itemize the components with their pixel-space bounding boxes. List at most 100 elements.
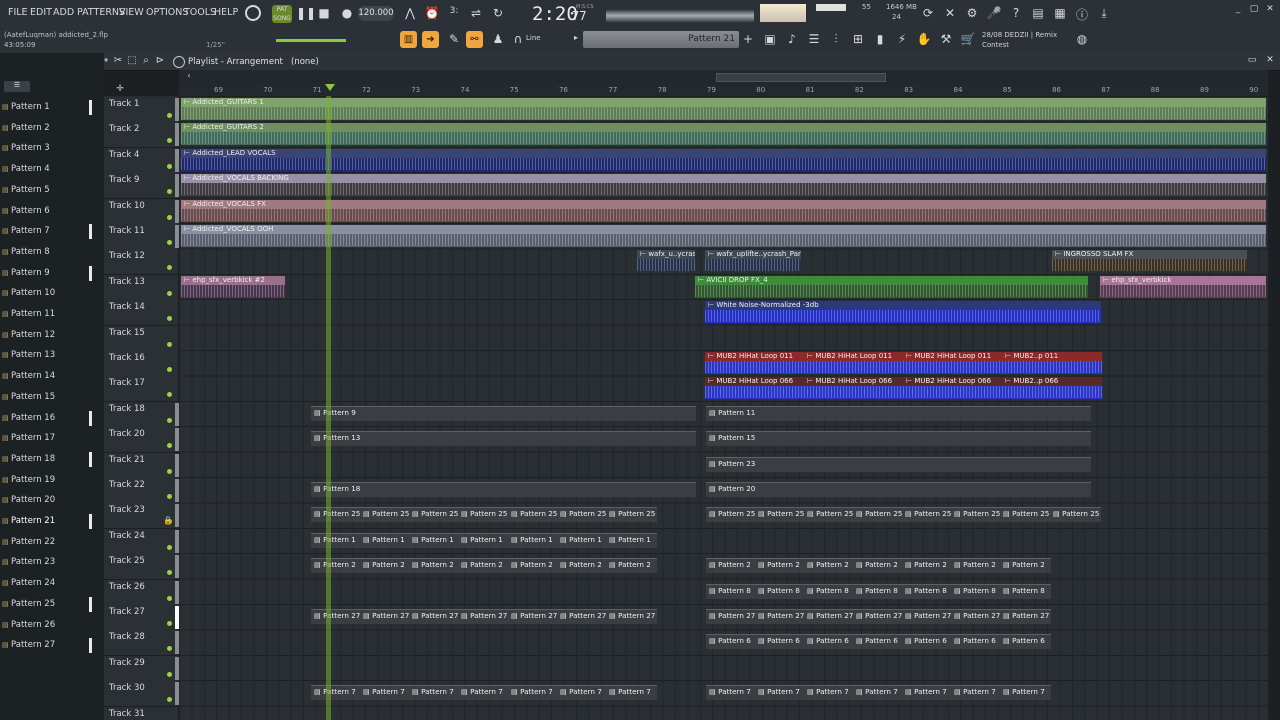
pattern-clip[interactable]: ▤ Pattern 25	[360, 507, 411, 523]
cart-icon[interactable]: 🛒	[960, 32, 976, 46]
plugin-picker-icon[interactable]: ⚡	[894, 32, 910, 46]
metronome-icon[interactable]: ⋀	[402, 6, 418, 20]
menu-patterns[interactable]: PATTERNS	[77, 7, 125, 18]
audio-clip[interactable]: ⊢ Addicted_GUITARS 2	[181, 123, 1266, 146]
pattern-clip[interactable]: ▤ Pattern 27	[902, 609, 953, 624]
master-volume[interactable]	[760, 4, 806, 22]
pattern-clip[interactable]: ▤ Pattern 8	[951, 583, 1002, 599]
audio-clip[interactable]: ⊢ ehp_sfx_verbkick	[1100, 275, 1266, 298]
pattern-clip[interactable]: ▤ Pattern 8	[902, 583, 953, 599]
track-header[interactable]: Track 25	[104, 554, 178, 581]
track-mute-led[interactable]	[167, 570, 172, 576]
pattern-clip[interactable]: ▤ Pattern 2	[951, 558, 1002, 574]
arrow-right-icon[interactable]: ▸	[568, 33, 584, 42]
playlist-close-icon[interactable]: ✕	[1262, 55, 1278, 65]
pattern-clip[interactable]: ▤ Pattern 27	[311, 609, 362, 624]
track-header[interactable]: Track 17	[104, 376, 178, 403]
pattern-clip[interactable]: ▤ Pattern 8	[755, 583, 806, 599]
channel-rack-icon[interactable]: ▮	[872, 32, 888, 46]
audio-clip[interactable]: ⊢ MUB2 HiHat Loop 011	[804, 352, 904, 374]
pattern-clip[interactable]: ▤ Pattern 25	[804, 507, 855, 523]
audio-clip[interactable]: ⊢ Addicted_VOCALS FX	[181, 199, 1266, 222]
pattern-clip[interactable]: ▤ Pattern 27	[706, 609, 757, 624]
track-header[interactable]: Track 14	[104, 300, 178, 327]
track-header[interactable]: Track 10	[104, 198, 178, 225]
track-header[interactable]: Track 20	[104, 427, 178, 454]
pattern-clip[interactable]: ▤ Pattern 2	[360, 558, 411, 574]
audio-clip[interactable]: ⊢ AVICII DROP FX_4	[695, 275, 1088, 298]
mixer-icon[interactable]: ▦	[1052, 6, 1068, 20]
audio-clip[interactable]: ⊢ MUB2 HiHat Loop 011	[705, 352, 805, 374]
pattern-clip[interactable]: ▤ Pattern 2	[508, 558, 559, 574]
track-mute-led[interactable]	[167, 341, 172, 347]
menu-add[interactable]: ADD	[53, 7, 74, 18]
track-header[interactable]: Track 26	[104, 579, 178, 606]
pattern-list-item[interactable]: ▤ Pattern 22	[0, 533, 104, 553]
scrollbar-thumb[interactable]	[716, 73, 886, 82]
track-mute-led[interactable]	[167, 468, 172, 474]
playlist-button[interactable]: ▥	[400, 31, 417, 48]
playhead-marker[interactable]	[325, 84, 335, 91]
pattern-list-item[interactable]: ▤ Pattern 16	[0, 409, 104, 429]
pause-icon[interactable]: ❚❚	[296, 6, 316, 20]
track-mute-led[interactable]	[167, 544, 172, 550]
pattern-list-item[interactable]: ▤ Pattern 11	[0, 305, 104, 325]
pattern-clip[interactable]: ▤ Pattern 7	[902, 685, 953, 701]
pattern-list-item[interactable]: ▤ Pattern 25	[0, 595, 104, 615]
pattern-clip[interactable]: ▤ Pattern 1	[606, 532, 657, 548]
pattern-clip[interactable]: ▤ Pattern 7	[606, 685, 657, 701]
countdown-icon[interactable]: 3:	[446, 6, 462, 16]
browser-tab[interactable]: ☰	[4, 81, 30, 92]
link-button[interactable]: ⚯	[466, 31, 483, 48]
track-header[interactable]: Track 22	[104, 478, 178, 504]
pattern-clip[interactable]: ▤ Pattern 7	[853, 685, 904, 701]
menu-view[interactable]: VIEW	[119, 7, 144, 18]
pattern-clip[interactable]: ▤ Pattern 25	[508, 507, 559, 523]
pattern-list-item[interactable]: ▤ Pattern 14	[0, 367, 104, 387]
pattern-clip[interactable]: ▤ Pattern 8	[853, 583, 904, 599]
pattern-list-item[interactable]: ▤ Pattern 1	[0, 98, 104, 118]
track-mute-led[interactable]	[167, 290, 172, 296]
track-header[interactable]: Track 18	[104, 401, 178, 428]
wait-icon[interactable]: ⏰	[424, 6, 440, 20]
track-mute-led[interactable]	[167, 595, 172, 601]
pattern-clip[interactable]: ▤ Pattern 27	[951, 609, 1002, 624]
download-icon[interactable]: ⤓	[1096, 6, 1112, 21]
track-mute-led[interactable]	[167, 697, 172, 703]
close-icon[interactable]: ✕	[1262, 4, 1278, 14]
track-header[interactable]: Track 28	[104, 630, 178, 657]
audio-clip[interactable]: ⊢ MUB2 HiHat Loop 066	[705, 377, 805, 400]
pattern-clip[interactable]: ▤ Pattern 6	[902, 634, 953, 650]
pattern-clip[interactable]: ▤ Pattern 2	[853, 558, 904, 574]
pattern-clip[interactable]: ▤ Pattern 7	[458, 685, 509, 701]
pattern-clip[interactable]: ▤ Pattern 25	[409, 507, 460, 523]
pattern-clip[interactable]: ▤ Pattern 2	[706, 558, 757, 574]
audio-clip[interactable]: ⊢ MUB2 HiHat Loop 066	[903, 377, 1003, 400]
next-button[interactable]: ➜	[422, 31, 439, 48]
pattern-list-item[interactable]: ▤ Pattern 5	[0, 181, 104, 201]
pattern-list-item[interactable]: ▤ Pattern 10	[0, 284, 104, 304]
pattern-clip[interactable]: ▤ Pattern 27	[755, 609, 806, 624]
pattern-clip[interactable]: ▤ Pattern 25	[902, 507, 953, 523]
maximize-icon[interactable]: ▢	[1246, 4, 1262, 14]
snap-mode[interactable]: Line	[526, 34, 541, 42]
pattern-clip[interactable]: ▤ Pattern 2	[458, 558, 509, 574]
browser-icon[interactable]: ⊞	[850, 32, 866, 46]
pattern-list-item[interactable]: ▤ Pattern 13	[0, 346, 104, 366]
pattern-clip[interactable]: ▤ Pattern 25	[755, 507, 806, 523]
pattern-clip[interactable]: ▤ Pattern 20	[706, 482, 1091, 497]
audio-clip[interactable]: ⊢ MUB2..p 066	[1002, 377, 1102, 400]
pattern-clip[interactable]: ▤ Pattern 25	[1000, 507, 1051, 523]
tempo-display[interactable]: 120.000	[358, 6, 394, 21]
pattern-clip[interactable]: ▤ Pattern 7	[1000, 685, 1051, 701]
track-mute-led[interactable]	[167, 443, 172, 449]
track-header[interactable]: Track 15	[104, 325, 178, 352]
globe-icon[interactable]: ◍	[1074, 32, 1090, 46]
pattern-list-item[interactable]: ▤ Pattern 12	[0, 326, 104, 346]
pattern-tool-icon[interactable]: ▣	[762, 32, 778, 46]
pattern-list-item[interactable]: ▤ Pattern 26	[0, 616, 104, 636]
track-header[interactable]: Track 11	[104, 224, 178, 250]
pattern-clip[interactable]: ▤ Pattern 2	[557, 558, 608, 574]
audio-clip[interactable]: ⊢ Addicted_VOCALS OOH	[181, 225, 1266, 247]
pattern-clip[interactable]: ▤ Pattern 18	[311, 482, 696, 497]
